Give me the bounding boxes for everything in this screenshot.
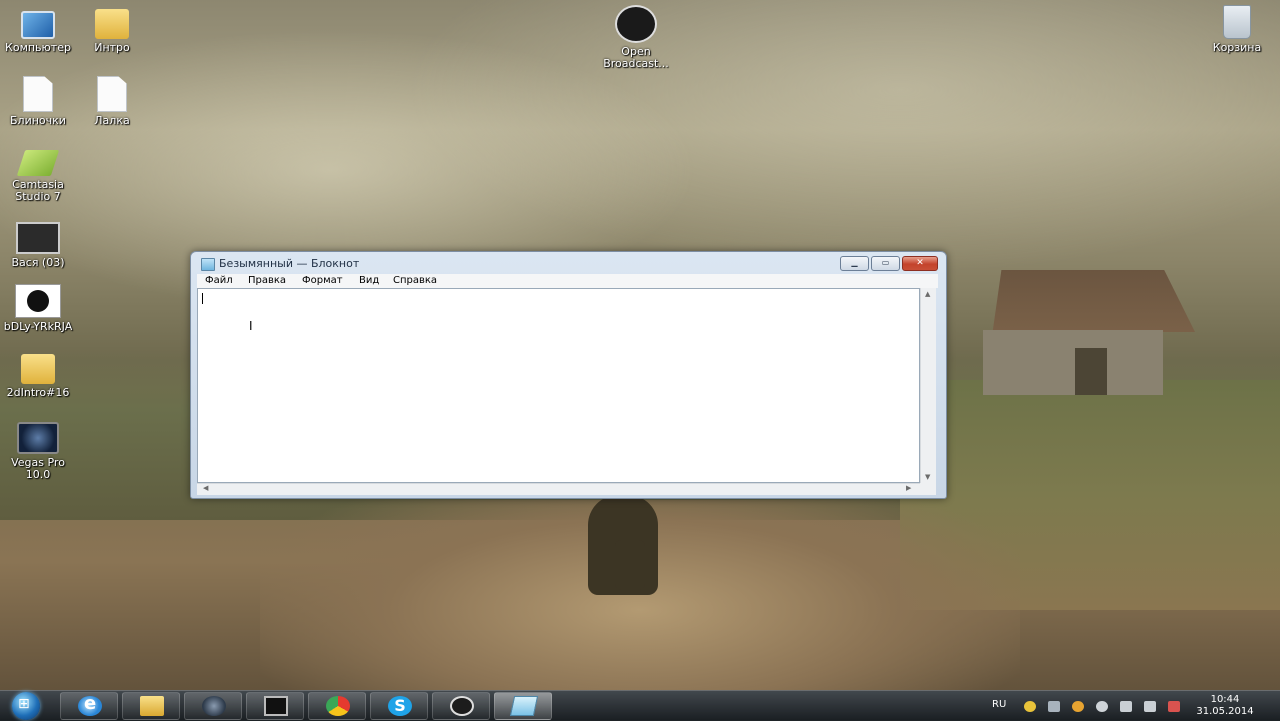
desktop-icon-vegas[interactable]: Vegas Pro 10.0 [0,418,76,481]
ibeam-cursor-icon: I [249,319,253,333]
desktop-icon-label: Корзина [1212,41,1262,54]
scroll-down-icon[interactable]: ▼ [925,473,930,481]
vertical-scrollbar[interactable]: ▲ ▼ [920,288,936,483]
desktop-icon-lalka[interactable]: Лалка [74,76,150,127]
clock-time: 10:44 [1210,694,1240,705]
notepad-icon [509,696,539,716]
file-icon [97,76,127,112]
wallpaper-figure-legs [615,540,645,590]
vegas-icon [17,422,59,454]
desktop-icon-vasya[interactable]: Вася (03) [0,218,76,269]
wallpaper-field [900,380,1280,610]
computer-icon [21,11,55,39]
desktop-icon-computer[interactable]: Компьютер [0,5,76,54]
desktop-icon-recycle-bin[interactable]: Корзина [1199,5,1275,54]
taskbar: ⊞ S RU 10:44 31.05.2014 [0,690,1280,721]
desktop-icon-obs[interactable]: Open Broadcast... [598,5,674,70]
window-title: Безымянный — Блокнот [219,257,360,270]
minimize-icon: ▁ [851,258,858,267]
monitor-icon [264,696,288,716]
steam-icon [202,696,226,716]
tray-app-icon[interactable] [1096,701,1108,712]
desktop-icon-label: Интро [94,41,130,54]
folder-icon [21,354,55,384]
wallpaper-house [975,270,1195,395]
desktop-icon-label: Компьютер [5,41,71,54]
menu-format[interactable]: Формат [302,275,343,286]
folder-icon [95,9,129,39]
taskbar-notepad[interactable] [494,692,552,720]
desktop-icon-label: Vegas Pro 10.0 [11,456,65,481]
start-button[interactable]: ⊞ [6,691,46,721]
menu-view[interactable]: Вид [359,275,379,286]
taskbar-internet-explorer[interactable] [60,692,118,720]
taskbar-file-explorer[interactable] [122,692,180,720]
obs-icon [450,696,474,716]
horizontal-scrollbar[interactable]: ◀ ▶ [197,483,920,495]
menu-help[interactable]: Справка [393,275,437,286]
skype-icon: S [388,696,412,716]
tray-network-icon[interactable] [1048,701,1060,712]
internet-explorer-icon [78,693,102,716]
network-disconnected-icon[interactable] [1168,701,1180,712]
close-icon: ✕ [916,258,924,268]
image-file-icon [15,284,61,318]
desktop-icon-label: Лалка [94,114,130,127]
maximize-icon: ▭ [881,258,890,267]
text-editor-area[interactable]: I [197,288,920,483]
desktop-icon-label: bDLy-YRkRJA [3,320,73,333]
desktop-icon-2dintro[interactable]: 2dIntro#16 [0,350,76,399]
minimize-button[interactable]: ▁ [840,256,869,271]
resize-grip[interactable] [920,483,936,495]
taskbar-obs[interactable] [432,692,490,720]
language-indicator[interactable]: RU [992,699,1006,710]
clock[interactable]: 10:44 31.05.2014 [1180,694,1270,718]
file-icon [23,76,53,112]
taskbar-chrome[interactable] [308,692,366,720]
notepad-icon [201,258,215,271]
notepad-window[interactable]: Безымянный — Блокнот ▁ ▭ ✕ Файл Правка Ф… [190,251,947,499]
taskbar-steam[interactable] [184,692,242,720]
folder-icon [140,696,164,716]
volume-icon[interactable] [1120,701,1132,712]
taskbar-skype[interactable]: S [370,692,428,720]
menu-file[interactable]: Файл [205,275,233,286]
menu-edit[interactable]: Правка [248,275,286,286]
desktop-icon-camtasia[interactable]: Camtasia Studio 7 [0,144,76,203]
clock-date: 31.05.2014 [1196,706,1254,717]
tray-app-icon[interactable] [1024,701,1036,712]
desktop-icon-label: Open Broadcast... [603,45,669,70]
desktop-icon-bdly[interactable]: bDLy-YRkRJA [0,282,76,333]
taskbar-monitor-app[interactable] [246,692,304,720]
video-file-icon [16,222,60,254]
title-bar[interactable]: Безымянный — Блокнот ▁ ▭ ✕ [191,252,946,274]
volume-icon[interactable] [1144,701,1156,712]
desktop-icon-label: Camtasia Studio 7 [12,178,64,203]
recycle-bin-icon [1223,5,1251,39]
scroll-right-icon[interactable]: ▶ [906,484,911,492]
desktop-icon-blinochki[interactable]: Блиночки [0,76,76,127]
close-button[interactable]: ✕ [902,256,938,271]
desktop-icon-intro[interactable]: Интро [74,5,150,54]
text-caret [202,293,203,304]
scroll-up-icon[interactable]: ▲ [925,290,930,298]
wallpaper-road [260,500,1020,690]
wallpaper-figure [588,495,658,595]
camtasia-icon [16,150,60,176]
chrome-icon [326,696,350,716]
obs-icon [615,5,657,43]
desktop-icon-label: Блиночки [10,114,66,127]
system-tray: RU 10:44 31.05.2014 [984,691,1280,721]
scroll-left-icon[interactable]: ◀ [203,484,208,492]
tray-app-icon[interactable] [1072,701,1084,712]
desktop-icon-label: Вася (03) [11,256,65,269]
desktop-icon-label: 2dIntro#16 [6,386,70,399]
windows-logo-icon: ⊞ [12,692,40,720]
maximize-button[interactable]: ▭ [871,256,900,271]
menu-bar: Файл Правка Формат Вид Справка [197,274,938,288]
